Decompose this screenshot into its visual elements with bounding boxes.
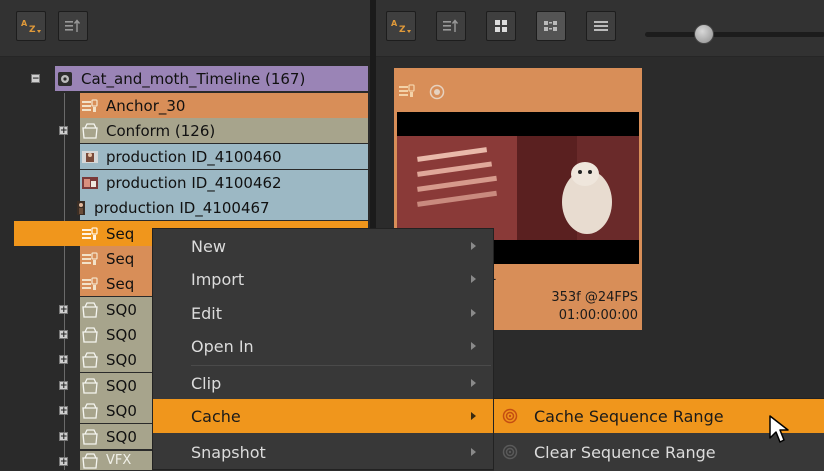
tree-item-label: SQ0 (106, 350, 137, 369)
menu-item-open-in[interactable]: Open In (153, 329, 493, 363)
svg-text:A: A (21, 19, 28, 28)
menu-item-edit[interactable]: Edit (153, 296, 493, 330)
clip-icon (80, 149, 100, 165)
submenu-arrow-icon (471, 275, 476, 283)
cache-icon (502, 408, 518, 424)
detail-thumbnails-icon[interactable] (536, 11, 566, 41)
bin-icon (80, 326, 100, 343)
menu-item-label: Cache (191, 406, 241, 426)
collapse-icon[interactable]: − (31, 74, 40, 84)
tree-item-label: production ID_4100467 (94, 198, 270, 217)
expand-icon[interactable]: + (59, 406, 68, 416)
menu-item-label: Open In (191, 336, 254, 356)
svg-text:Z: Z (29, 25, 36, 34)
menu-item-label: New (191, 236, 226, 256)
tree-item-label: production ID_4100462 (106, 173, 282, 192)
menu-item-label: Edit (191, 303, 222, 323)
expand-icon[interactable]: + (59, 381, 68, 391)
sort-az-icon[interactable]: AZ (16, 11, 46, 41)
bin-icon (80, 428, 100, 445)
mouse-cursor-icon (768, 414, 792, 450)
bin-icon (80, 402, 100, 419)
menu-item-snapshot[interactable]: Snapshot (153, 435, 493, 469)
sequence-icon (80, 98, 100, 114)
expand-icon[interactable]: + (59, 432, 68, 442)
bin-icon (80, 452, 100, 469)
sequence-icon (80, 276, 100, 292)
tree-item-project[interactable]: Cat_and_moth_Timeline (167) (55, 66, 368, 91)
tree-item-label: SQ0 (106, 300, 137, 319)
expand-icon[interactable]: + (59, 355, 68, 365)
submenu-arrow-icon (471, 242, 476, 250)
menu-item-label: Snapshot (191, 442, 266, 462)
tree-item-label: Seq (106, 249, 135, 268)
tree-item-clip[interactable]: production ID_4100460 (80, 144, 368, 169)
expand-icon[interactable]: + (59, 330, 68, 340)
context-menu: New Import Edit Open In Clip Cache Snaps… (152, 228, 494, 470)
submenu-arrow-icon (471, 342, 476, 350)
tree-item-label: Seq (106, 224, 135, 243)
tree-item-label: SQ0 (106, 376, 137, 395)
sequence-icon (80, 251, 100, 267)
project-icon (55, 71, 75, 87)
submenu-arrow-icon (471, 379, 476, 387)
card-timecode: 01:00:00:00 (558, 308, 638, 323)
tree-item-clip[interactable]: production ID_4100462 (80, 170, 368, 195)
bin-icon (80, 122, 100, 139)
cache-status-icon (429, 84, 445, 104)
expand-icon[interactable]: + (59, 457, 68, 467)
sort-order-icon[interactable] (436, 11, 466, 41)
tree-item-label: production ID_4100460 (106, 147, 282, 166)
menu-item-cache[interactable]: Cache (153, 399, 493, 433)
sort-az-icon[interactable]: AZ (386, 11, 416, 41)
clip-icon (80, 175, 100, 191)
tree-item-label: SQ0 (106, 325, 137, 344)
left-toolbar: AZ (0, 0, 370, 57)
bin-icon (80, 301, 100, 318)
menu-item-new[interactable]: New (153, 229, 493, 263)
submenu-arrow-icon (471, 412, 476, 420)
large-thumbnails-icon[interactable] (486, 11, 516, 41)
card-duration: 353f @24FPS (551, 290, 638, 305)
svg-text:Z: Z (399, 25, 406, 34)
tree-item-label: Seq (106, 274, 135, 293)
menu-item-import[interactable]: Import (153, 262, 493, 296)
tree-item-label: Conform (126) (106, 121, 216, 140)
expand-icon[interactable]: + (59, 126, 68, 136)
menu-item-label: Cache Sequence Range (534, 406, 724, 426)
right-toolbar: AZ (376, 0, 824, 57)
tree-item-label: SQ0 (106, 427, 137, 446)
tree-item-sequence[interactable]: Anchor_30 (80, 93, 368, 118)
menu-item-label: Import (191, 269, 245, 289)
expand-icon[interactable]: + (59, 305, 68, 315)
tree-item-label: Cat_and_moth_Timeline (167) (81, 69, 306, 88)
tree-item-label: SQ0 (106, 401, 137, 420)
menu-item-label: Clip (191, 373, 222, 393)
bin-icon (80, 351, 100, 368)
sequence-icon (398, 84, 418, 102)
tree-item-label: Anchor_30 (106, 96, 186, 115)
thumbnail-size-slider-handle[interactable] (694, 24, 714, 44)
menu-item-label: Clear Sequence Range (534, 442, 716, 462)
sort-order-icon[interactable] (58, 11, 88, 41)
tree-item-bin[interactable]: Conform (126) (80, 118, 368, 143)
submenu-arrow-icon (471, 448, 476, 456)
svg-text:A: A (391, 19, 398, 28)
sequence-icon (80, 226, 100, 242)
tree-item-clip[interactable]: production ID_4100467 (77, 195, 368, 220)
clear-cache-icon (502, 444, 518, 460)
thumbnail-size-slider[interactable] (645, 32, 824, 37)
list-view-icon[interactable] (586, 11, 616, 41)
clip-icon (74, 200, 88, 216)
bin-icon (80, 377, 100, 394)
submenu-arrow-icon (471, 309, 476, 317)
tree-item-label: VFX (106, 453, 132, 468)
menu-item-clip[interactable]: Clip (153, 366, 493, 400)
